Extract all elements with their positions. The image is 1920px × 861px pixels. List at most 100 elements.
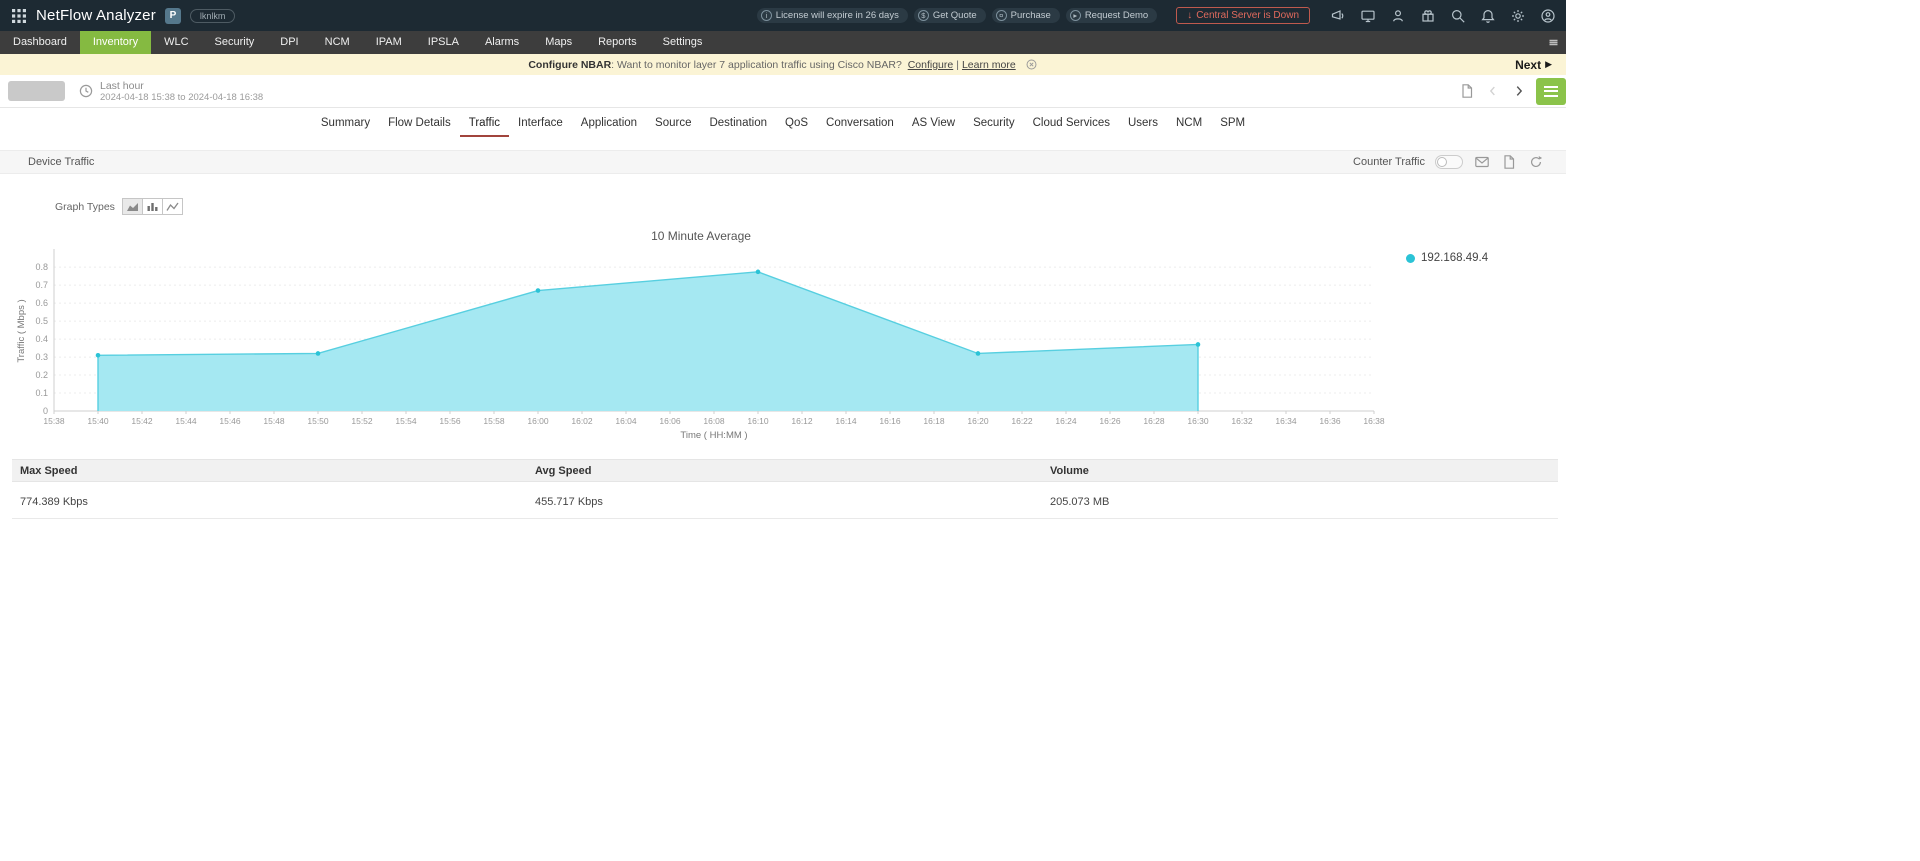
- tab-summary[interactable]: Summary: [312, 117, 379, 137]
- svg-text:16:32: 16:32: [1231, 416, 1253, 426]
- summary-table-row: 774.389 Kbps 455.717 Kbps 205.073 MB: [12, 482, 1558, 519]
- tab-as-view[interactable]: AS View: [903, 117, 964, 137]
- tab-cloud-services[interactable]: Cloud Services: [1024, 117, 1119, 137]
- announcement-icon[interactable]: [1329, 7, 1346, 24]
- tab-destination[interactable]: Destination: [700, 117, 776, 137]
- nav-item-dashboard[interactable]: Dashboard: [0, 31, 80, 54]
- graph-type-line-button[interactable]: [161, 198, 183, 215]
- nav-more-icon[interactable]: [1546, 36, 1560, 50]
- svg-text:16:30: 16:30: [1187, 416, 1209, 426]
- chart-title: 10 Minute Average: [651, 229, 751, 243]
- graph-types: Graph Types: [55, 198, 1566, 215]
- screen-share-icon[interactable]: [1359, 7, 1376, 24]
- nav-item-inventory[interactable]: Inventory: [79, 31, 152, 54]
- gear-icon[interactable]: [1509, 7, 1526, 24]
- next-button[interactable]: Next ▶: [1515, 54, 1552, 75]
- subheader-actions: [1458, 77, 1566, 105]
- svg-text:15:58: 15:58: [483, 416, 505, 426]
- svg-text:16:02: 16:02: [571, 416, 593, 426]
- tab-conversation[interactable]: Conversation: [817, 117, 903, 137]
- status-badges: i License will expire in 26 days $ Get Quot…: [751, 8, 1158, 23]
- email-icon[interactable]: [1473, 154, 1490, 171]
- time-period[interactable]: Last hour 2024-04-18 15:38 to 2024-04-18…: [100, 80, 263, 103]
- nav-item-wlc[interactable]: WLC: [151, 31, 201, 54]
- bell-icon[interactable]: [1479, 7, 1496, 24]
- nav-item-reports[interactable]: Reports: [585, 31, 650, 54]
- info-icon: i: [760, 10, 772, 21]
- tab-flow-details[interactable]: Flow Details: [379, 117, 460, 137]
- status-badge-get-quote[interactable]: $ Get Quote: [913, 8, 986, 23]
- nav-item-maps[interactable]: Maps: [532, 31, 585, 54]
- svg-text:0.8: 0.8: [35, 262, 48, 272]
- svg-text:0.1: 0.1: [35, 388, 48, 398]
- apps-grid-icon[interactable]: [10, 7, 27, 24]
- tab-ncm[interactable]: NCM: [1167, 117, 1211, 137]
- col-header-volume: Volume: [1050, 464, 1089, 477]
- col-header-max-speed: Max Speed: [20, 464, 78, 477]
- nav-item-ncm[interactable]: NCM: [312, 31, 363, 54]
- learn-more-link[interactable]: Learn more: [962, 59, 1016, 71]
- refresh-icon[interactable]: [1527, 154, 1544, 171]
- counter-traffic-toggle[interactable]: [1435, 155, 1463, 169]
- play-icon: ▶: [1545, 59, 1552, 69]
- subheader: Last hour 2024-04-18 15:38 to 2024-04-18…: [0, 75, 1566, 108]
- nav-item-dpi[interactable]: DPI: [267, 31, 311, 54]
- tab-security[interactable]: Security: [964, 117, 1024, 137]
- chevron-left-icon[interactable]: [1484, 83, 1501, 100]
- chevron-right-icon[interactable]: [1510, 83, 1527, 100]
- svg-text:16:34: 16:34: [1275, 416, 1297, 426]
- tab-interface[interactable]: Interface: [509, 117, 572, 137]
- banner-close-icon[interactable]: [1025, 58, 1038, 71]
- tab-source[interactable]: Source: [646, 117, 700, 137]
- svg-text:15:56: 15:56: [439, 416, 461, 426]
- nav-item-ipam[interactable]: IPAM: [363, 31, 415, 54]
- svg-text:0: 0: [43, 406, 48, 416]
- tab-traffic[interactable]: Traffic: [459, 117, 510, 137]
- banner-title: Configure NBAR: [528, 58, 612, 71]
- graph-type-bar-button[interactable]: [141, 198, 163, 215]
- nav-item-security[interactable]: Security: [202, 31, 268, 54]
- nav-item-settings[interactable]: Settings: [650, 31, 716, 54]
- chart-legend[interactable]: 192.168.49.4: [1406, 243, 1488, 265]
- svg-text:16:38: 16:38: [1363, 416, 1385, 426]
- user-icon[interactable]: [1389, 7, 1406, 24]
- status-badge-license-will-expire-in-26-days[interactable]: i License will expire in 26 days: [756, 8, 908, 23]
- central-server-label: Central Server is Down: [1196, 10, 1299, 21]
- svg-text:16:08: 16:08: [703, 416, 725, 426]
- export-pdf-icon[interactable]: [1458, 83, 1475, 100]
- traffic-summary-table: Max Speed Avg Speed Volume 774.389 Kbps 455…: [12, 459, 1558, 519]
- tab-spm[interactable]: SPM: [1211, 117, 1254, 137]
- device-name-redacted[interactable]: [8, 81, 65, 101]
- svg-text:16:26: 16:26: [1099, 416, 1121, 426]
- counter-traffic-label: Counter Traffic: [1353, 156, 1425, 168]
- tab-application[interactable]: Application: [572, 117, 646, 137]
- svg-text:16:20: 16:20: [967, 416, 989, 426]
- nav-item-alarms[interactable]: Alarms: [472, 31, 532, 54]
- central-server-button[interactable]: ↓ Central Server is Down: [1176, 7, 1310, 24]
- time-period-range: 2024-04-18 15:38 to 2024-04-18 16:38: [100, 91, 264, 103]
- svg-text:0.7: 0.7: [35, 280, 48, 290]
- configure-link[interactable]: Configure: [908, 59, 954, 71]
- svg-text:0.2: 0.2: [35, 370, 48, 380]
- down-arrow-icon: ↓: [1187, 10, 1193, 21]
- search-icon[interactable]: [1449, 7, 1466, 24]
- next-label: Next: [1515, 57, 1542, 72]
- clock-icon[interactable]: [78, 83, 94, 99]
- status-badge-label: Request Demo: [1084, 10, 1149, 21]
- graph-type-area-button[interactable]: [121, 198, 143, 215]
- profile-icon[interactable]: [1539, 7, 1556, 24]
- device-pill[interactable]: lknlkm: [189, 8, 236, 23]
- tab-qos[interactable]: QoS: [776, 117, 817, 137]
- svg-text:15:50: 15:50: [307, 416, 329, 426]
- status-badge-request-demo[interactable]: ▸ Request Demo: [1065, 8, 1158, 23]
- svg-text:16:18: 16:18: [923, 416, 945, 426]
- hamburger-menu-button[interactable]: [1536, 77, 1566, 105]
- svg-text:Traffic ( Mbps ): Traffic ( Mbps ): [16, 299, 27, 362]
- status-badge-purchase[interactable]: ¤ Purchase: [991, 8, 1060, 23]
- line-chart-icon: [166, 202, 179, 211]
- tab-users[interactable]: Users: [1119, 117, 1167, 137]
- svg-text:15:42: 15:42: [131, 416, 153, 426]
- pdf-icon[interactable]: [1500, 154, 1517, 171]
- gift-icon[interactable]: [1419, 7, 1436, 24]
- nav-item-ipsla[interactable]: IPSLA: [415, 31, 472, 54]
